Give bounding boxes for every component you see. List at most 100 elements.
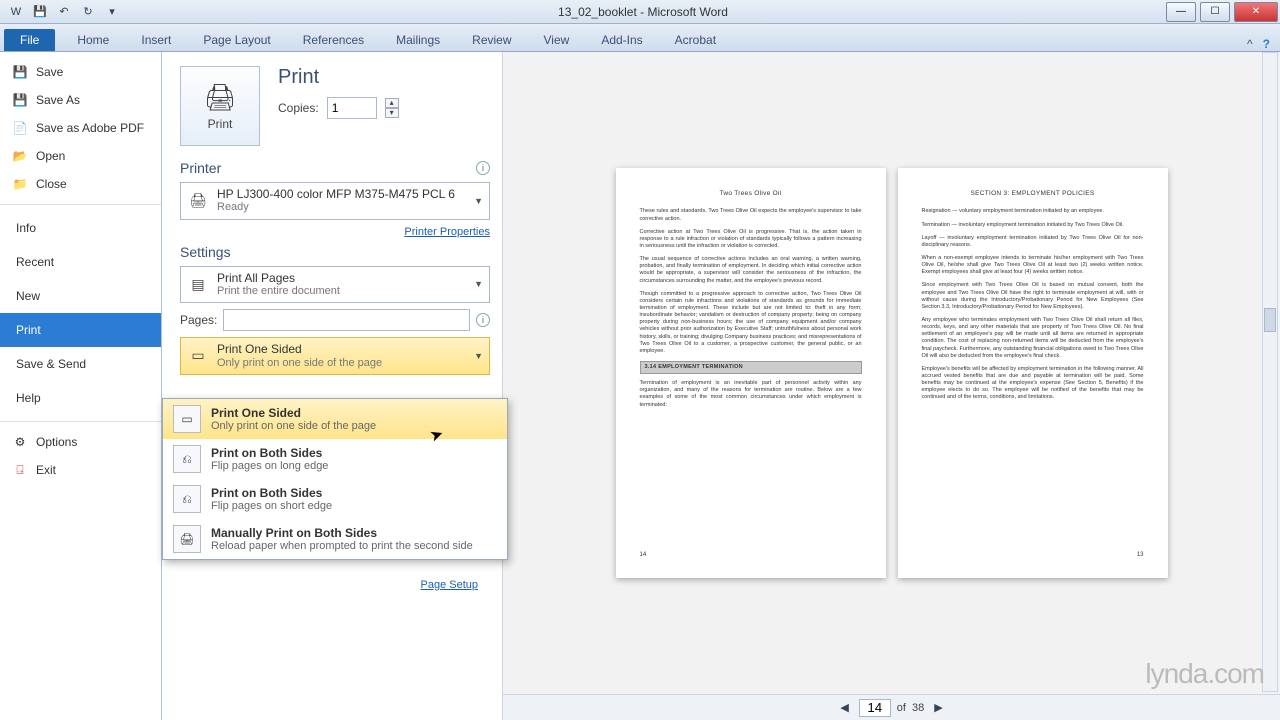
vertical-scrollbar[interactable] — [1262, 52, 1278, 692]
close-doc-icon: 📁 — [12, 176, 28, 192]
printer-icon: 🖨 — [203, 82, 236, 113]
page-para: When a non-exempt employee intends to te… — [922, 255, 1144, 276]
printer-section-label: Printer — [180, 160, 221, 176]
tab-acrobat[interactable]: Acrobat — [659, 29, 732, 51]
duplex-dropdown[interactable]: ▭ Print One Sided Only print on one side… — [180, 337, 490, 375]
preview-canvas: Two Trees Olive Oil These rules and stan… — [503, 52, 1280, 694]
nav-close[interactable]: 📁Close — [0, 170, 161, 198]
print-panel: 🖨 Print Print Copies: ▴▾ Printer i 🖨 HP … — [162, 52, 502, 720]
window-title: 13_02_booklet - Microsoft Word — [122, 5, 1164, 19]
pages-input[interactable] — [223, 309, 470, 331]
pages-scope-dropdown[interactable]: ▤ Print All Pages Print the entire docum… — [180, 266, 490, 304]
page-para: Resignation — voluntary employment termi… — [922, 208, 1144, 215]
tab-references[interactable]: References — [287, 29, 380, 51]
page-para: Layoff — involuntary employment terminat… — [922, 235, 1144, 249]
page-left-title: Two Trees Olive Oil — [640, 190, 862, 198]
page-right-title: SECTION 3: EMPLOYMENT POLICIES — [922, 190, 1144, 198]
preview-footer: ◀ of 38 ▶ — [503, 694, 1280, 720]
tab-mailings[interactable]: Mailings — [380, 29, 456, 51]
pages-label: Pages: — [180, 313, 217, 327]
quick-access-toolbar: W 💾 ↶ ↻ ▾ — [0, 3, 122, 21]
tab-add-ins[interactable]: Add-Ins — [585, 29, 658, 51]
tab-insert[interactable]: Insert — [125, 29, 187, 51]
printer-info-icon[interactable]: i — [476, 161, 490, 175]
page-para: Termination of employment is an inevitab… — [640, 380, 862, 409]
watermark: lynda.com — [1145, 658, 1264, 690]
save-icon[interactable]: 💾 — [30, 3, 50, 21]
manual-duplex-icon: 🖨 — [173, 525, 201, 553]
section-heading-bar: 3.14 EMPLOYMENT TERMINATION — [640, 361, 862, 374]
preview-page-right: SECTION 3: EMPLOYMENT POLICIES Resignati… — [898, 168, 1168, 578]
help-icon[interactable]: ? — [1263, 37, 1270, 51]
nav-save[interactable]: 💾Save — [0, 58, 161, 86]
nav-open[interactable]: 📂Open — [0, 142, 161, 170]
redo-icon[interactable]: ↻ — [78, 3, 98, 21]
short-edge-icon: ⎌ — [173, 485, 201, 513]
page-number: 14 — [640, 552, 647, 560]
duplex-option-one-sided[interactable]: ▭ Print One SidedOnly print on one side … — [163, 399, 507, 439]
next-page-button[interactable]: ▶ — [930, 701, 946, 714]
duplex-icon: ▭ — [187, 345, 209, 367]
duplex-option-short-edge[interactable]: ⎌ Print on Both SidesFlip pages on short… — [163, 479, 507, 519]
prev-page-button[interactable]: ◀ — [836, 701, 852, 714]
copies-spinner[interactable]: ▴▾ — [385, 98, 399, 118]
long-edge-icon: ⎌ — [173, 445, 201, 473]
print-button[interactable]: 🖨 Print — [180, 66, 260, 146]
nav-help[interactable]: Help — [0, 381, 161, 415]
titlebar: W 💾 ↶ ↻ ▾ 13_02_booklet - Microsoft Word… — [0, 0, 1280, 24]
page-para: The usual sequence of corrective actions… — [640, 256, 862, 285]
page-para: Corrective action at Two Trees Olive Oil… — [640, 229, 862, 250]
page-para: Employee's benefits will be affected by … — [922, 366, 1144, 402]
total-pages: 38 — [912, 702, 924, 714]
tab-review[interactable]: Review — [456, 29, 527, 51]
nav-save-send[interactable]: Save & Send — [0, 347, 161, 381]
save-as-icon: 💾 — [12, 92, 28, 108]
pages-icon: ▤ — [187, 273, 209, 295]
page-para: Though committed to a progressive approa… — [640, 291, 862, 355]
minimize-button[interactable]: — — [1166, 2, 1196, 22]
ribbon-minimize-icon[interactable]: ^ — [1247, 37, 1253, 51]
window-controls: — ☐ ✕ — [1164, 1, 1280, 23]
ribbon-help: ^ ? — [1247, 37, 1280, 51]
qat-dropdown-icon[interactable]: ▾ — [102, 3, 122, 21]
duplex-option-long-edge[interactable]: ⎌ Print on Both SidesFlip pages on long … — [163, 439, 507, 479]
nav-info[interactable]: Info — [0, 211, 161, 245]
chevron-down-icon: ▼ — [474, 351, 483, 361]
tab-view[interactable]: View — [528, 29, 586, 51]
nav-new[interactable]: New — [0, 279, 161, 313]
nav-recent[interactable]: Recent — [0, 245, 161, 279]
printer-device-icon: 🖨 — [187, 190, 209, 212]
open-icon: 📂 — [12, 148, 28, 164]
pdf-icon: 📄 — [12, 120, 28, 136]
printer-properties-link[interactable]: Printer Properties — [404, 226, 490, 238]
pages-info-icon[interactable]: i — [476, 313, 490, 327]
of-label: of — [897, 702, 906, 714]
page-setup-link[interactable]: Page Setup — [421, 579, 479, 591]
print-preview: Two Trees Olive Oil These rules and stan… — [502, 52, 1280, 720]
duplex-option-manual[interactable]: 🖨 Manually Print on Both SidesReload pap… — [163, 519, 507, 559]
tab-home[interactable]: Home — [61, 29, 125, 51]
page-para: These rules and standards, Two Trees Oli… — [640, 208, 862, 222]
copies-label: Copies: — [278, 101, 319, 115]
printer-name: HP LJ300-400 color MFP M375-M475 PCL 6 — [217, 187, 466, 201]
word-icon[interactable]: W — [6, 3, 26, 21]
nav-save-adobe[interactable]: 📄Save as Adobe PDF — [0, 114, 161, 142]
tab-page-layout[interactable]: Page Layout — [187, 29, 286, 51]
copies-input[interactable] — [327, 97, 377, 119]
duplex-sel-sub: Only print on one side of the page — [217, 357, 466, 370]
tab-file[interactable]: File — [4, 29, 55, 51]
close-button[interactable]: ✕ — [1234, 2, 1278, 22]
nav-options[interactable]: ⚙Options — [0, 428, 161, 456]
page-para: Since employment with Two Trees Olive Oi… — [922, 282, 1144, 311]
nav-print[interactable]: Print — [0, 313, 161, 347]
save-icon: 💾 — [12, 64, 28, 80]
print-button-label: Print — [208, 117, 233, 131]
nav-exit[interactable]: ⍈Exit — [0, 456, 161, 484]
maximize-button[interactable]: ☐ — [1200, 2, 1230, 22]
undo-icon[interactable]: ↶ — [54, 3, 74, 21]
nav-save-as[interactable]: 💾Save As — [0, 86, 161, 114]
current-page-input[interactable] — [859, 699, 891, 717]
printer-dropdown[interactable]: 🖨 HP LJ300-400 color MFP M375-M475 PCL 6… — [180, 182, 490, 220]
ribbon: File Home Insert Page Layout References … — [0, 24, 1280, 52]
page-para: Termination — involuntary employment ter… — [922, 222, 1144, 229]
